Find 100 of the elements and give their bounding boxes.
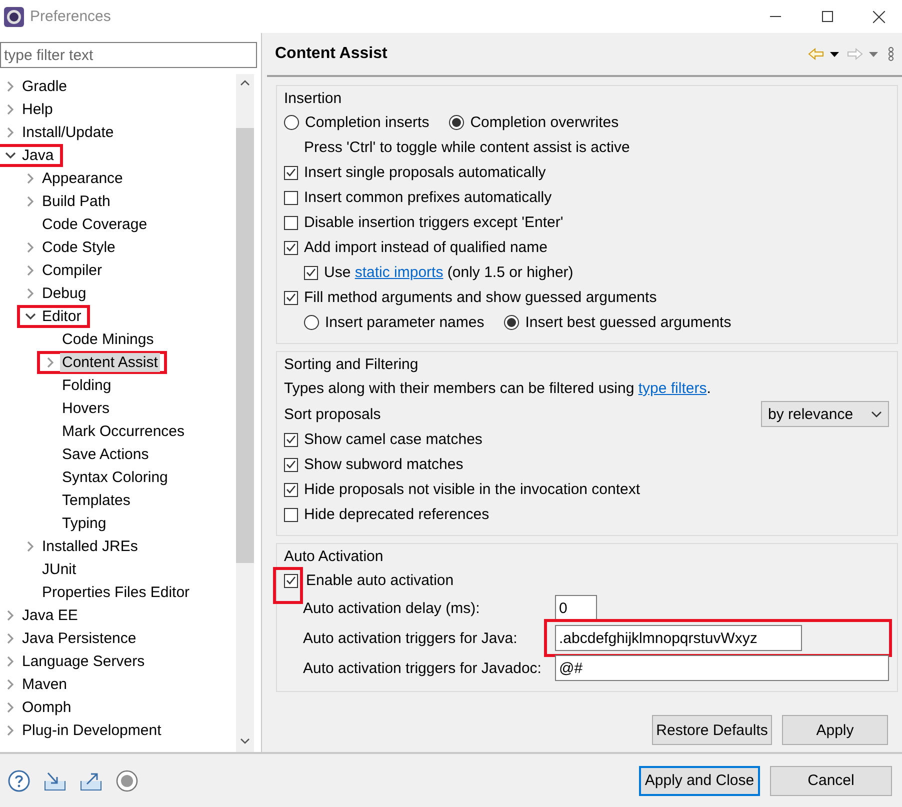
checkbox-label: Use static imports (only 1.5 or higher) [324,264,574,281]
tree-item[interactable]: Typing [60,514,108,533]
checkbox[interactable] [284,458,298,472]
type-filters-link[interactable]: type filters [638,380,707,397]
tree-item[interactable]: Gradle [20,77,70,96]
tree-item[interactable]: Compiler [40,261,104,280]
radio-button[interactable] [304,315,319,330]
tree-item[interactable]: Oomph [20,698,74,717]
tree-item[interactable]: Mark Occurrences [60,422,187,441]
checkbox[interactable] [284,508,298,522]
tree-item[interactable]: Properties Files Editor [40,583,192,602]
tree-item[interactable]: Plug-in Development [20,721,164,740]
tree-item[interactable]: Install/Update [20,123,116,142]
chevron-right-icon[interactable] [6,656,14,667]
checkbox-label: Add import instead of qualified name [304,239,548,256]
text-field[interactable]: 0 [555,595,597,621]
export-icon[interactable] [80,770,102,790]
record-icon[interactable] [116,770,138,792]
minimize-icon [770,16,780,18]
tree-item[interactable]: Code Style [40,238,118,257]
window-title: Preferences [30,8,112,25]
checkbox[interactable] [284,240,298,254]
tree-item[interactable]: Java EE [20,606,80,625]
static-imports-link[interactable]: static imports [354,264,444,281]
dialog-button[interactable]: Cancel [770,766,892,796]
field-label: Auto activation triggers for Java: [303,630,518,646]
text-field[interactable]: .abcdefghijklmnopqrstuvWxyz [555,625,802,651]
checkbox-label: Insert common prefixes automatically [304,189,552,206]
checkbox-label: Insert single proposals automatically [304,164,546,181]
scrollbar[interactable] [236,74,254,752]
app-icon [4,6,24,26]
tree-item[interactable]: Code Coverage [40,215,150,234]
chevron-right-icon[interactable] [26,541,34,552]
filter-field[interactable]: type filter text [0,42,257,68]
help-icon[interactable] [8,770,30,792]
chevron-right-icon[interactable] [6,610,14,621]
tree-item[interactable]: Maven [20,675,70,694]
checkbox[interactable] [284,166,298,180]
checkbox[interactable] [284,190,298,204]
chevron-down-icon[interactable] [24,313,36,320]
dialog-button[interactable]: Apply and Close [639,766,760,796]
tree-item[interactable]: Installed JREs [40,537,140,556]
tree-item[interactable]: Save Actions [60,445,151,464]
field-label: Auto activation delay (ms): [303,600,481,616]
chevron-right-icon[interactable] [6,702,14,713]
radio-label: Insert best guessed arguments [525,314,732,331]
tree-item[interactable]: Syntax Coloring [60,468,170,487]
radio-button[interactable] [284,115,299,130]
tree-item[interactable]: Help [20,100,55,119]
page-button[interactable]: Apply [782,715,888,745]
sort-dropdown[interactable]: by relevance [761,401,889,427]
checkbox[interactable] [284,574,298,588]
hint-text: Types along with their members can be filtered using type filters. [284,380,711,397]
tree-item[interactable]: Content Assist [60,353,160,372]
tree-item[interactable]: Hovers [60,399,112,418]
tree-item[interactable]: Java Persistence [20,629,138,648]
chevron-down-icon[interactable] [4,152,16,159]
caret-icon [871,410,882,418]
chevron-right-icon[interactable] [26,173,34,184]
tree-item[interactable]: Build Path [40,192,112,211]
checkbox[interactable] [284,290,298,304]
tree-item[interactable]: Code Minings [60,330,156,349]
checkbox[interactable] [284,432,298,446]
checkbox-label: Show subword matches [304,456,464,473]
checkbox-label: Show camel case matches [304,431,482,448]
checkbox[interactable] [284,482,298,496]
radio-button[interactable] [449,115,464,130]
radio-button[interactable] [504,315,520,330]
scroll-down-icon[interactable] [240,738,250,744]
tree-item[interactable]: Language Servers [20,652,147,671]
chevron-right-icon[interactable] [6,679,14,690]
checkbox[interactable] [284,216,298,230]
dropdown-icon[interactable] [830,52,839,56]
chevron-right-icon[interactable] [26,196,34,207]
import-icon[interactable] [44,770,66,790]
tree-item[interactable]: Folding [60,376,114,395]
checkbox[interactable] [304,266,318,280]
chevron-right-icon[interactable] [26,265,34,276]
page-button[interactable]: Restore Defaults [652,715,772,745]
tree-item[interactable]: JUnit [40,560,78,579]
scroll-up-icon[interactable] [240,80,250,86]
tree-item[interactable]: Java [20,146,56,165]
chevron-right-icon[interactable] [26,242,34,253]
tree-item[interactable]: Editor [40,307,84,326]
chevron-right-icon[interactable] [6,81,14,92]
text-field[interactable]: @# [555,655,889,681]
chevron-right-icon[interactable] [6,633,14,644]
chevron-right-icon[interactable] [6,725,14,736]
tree-item[interactable]: Debug [40,284,88,303]
tree-item[interactable]: Templates [60,491,132,510]
checkbox-label: Fill method arguments and show guessed arguments [304,289,657,306]
chevron-right-icon[interactable] [6,127,14,138]
chevron-right-icon[interactable] [26,288,34,299]
checkbox-label: Hide proposals not visible in the invocation context [304,481,640,498]
group-title: Insertion [284,90,343,107]
chevron-right-icon[interactable] [6,104,14,115]
tree-item[interactable]: Appearance [40,169,125,188]
field-label: Auto activation triggers for Javadoc: [303,660,542,676]
menu-icon[interactable] [888,47,894,61]
chevron-right-icon[interactable] [46,357,54,368]
